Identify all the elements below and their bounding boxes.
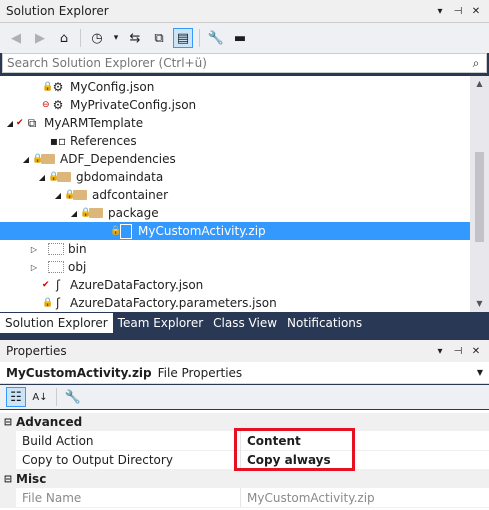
tab-solution-explorer[interactable]: Solution Explorer xyxy=(0,313,113,333)
collapsed-arrow-icon[interactable]: ▷ xyxy=(28,245,40,254)
tree-item-package[interactable]: ◢ 🔒 package xyxy=(0,204,470,222)
folder-icon xyxy=(88,206,104,220)
expanded-arrow-icon[interactable]: ◢ xyxy=(52,191,64,200)
highlight-box xyxy=(234,428,355,471)
back-icon[interactable]: ◀ xyxy=(6,28,26,48)
lock-icon: 🔒 xyxy=(110,226,122,236)
lock-icon: 🔒 xyxy=(48,172,60,182)
property-pages-wrench-icon[interactable]: 🔧 xyxy=(63,387,83,407)
home-icon[interactable]: ⌂ xyxy=(54,28,74,48)
tree-scrollbar[interactable]: ▲ ▼ xyxy=(470,76,489,312)
references-icon: ▪▫ xyxy=(49,134,67,148)
search-icon[interactable]: ⌕ xyxy=(466,56,486,71)
folder-icon xyxy=(40,152,56,166)
chevron-down-icon[interactable]: ▾ xyxy=(111,28,121,48)
scroll-thumb[interactable] xyxy=(475,152,484,242)
collapse-icon[interactable]: ⊟ xyxy=(0,474,16,485)
alphabetical-icon[interactable]: A↓ xyxy=(30,387,50,407)
search-input[interactable] xyxy=(3,55,466,71)
categorized-icon[interactable]: ☷ xyxy=(6,387,26,407)
json-file-icon: ʃ xyxy=(55,296,61,310)
solution-explorer-title: Solution Explorer xyxy=(6,4,109,18)
expanded-arrow-icon[interactable]: ◢ xyxy=(4,119,16,128)
tree-item-references[interactable]: ▪▫ References xyxy=(0,132,470,150)
show-all-files-icon[interactable]: ▤ xyxy=(173,28,193,48)
json-file-icon: ʃ xyxy=(55,278,61,292)
lock-icon: 🔒 xyxy=(80,208,92,218)
tree-item-obj[interactable]: ▷ obj xyxy=(0,258,470,276)
tree-item-azuredatafactory-parameters-json[interactable]: 🔒 ʃ AzureDataFactory.parameters.json xyxy=(0,294,470,312)
tree-item-gbdomaindata[interactable]: ◢ 🔒 gbdomaindata xyxy=(0,168,470,186)
tree-item-adfcontainer[interactable]: ◢ 🔒 adfcontainer xyxy=(0,186,470,204)
tab-team-explorer[interactable]: Team Explorer xyxy=(113,313,209,333)
toolbar-separator xyxy=(199,29,200,47)
pending-changes-filter-icon[interactable]: ◷ xyxy=(87,28,107,48)
tab-notifications[interactable]: Notifications xyxy=(282,313,367,333)
object-type: File Properties xyxy=(157,365,243,380)
close-icon[interactable]: ✕ xyxy=(469,6,483,17)
property-row-file-name[interactable]: File Name MyCustomActivity.zip xyxy=(0,488,489,508)
solution-tree: 🔒 ⚙ MyConfig.json ⊖ ⚙ MyPrivateConfig.js… xyxy=(0,76,470,312)
config-file-icon: ⚙ xyxy=(52,80,64,94)
config-file-icon: ⚙ xyxy=(52,98,64,112)
tree-item-adf-dependencies[interactable]: ◢ 🔒 ADF_Dependencies xyxy=(0,150,470,168)
lock-icon: 🔒 xyxy=(32,154,44,164)
collapse-all-icon[interactable]: ⧉ xyxy=(149,28,169,48)
scroll-up-icon[interactable]: ▲ xyxy=(470,76,489,92)
object-selector[interactable]: MyCustomActivity.zip File Properties ▼ xyxy=(0,362,489,384)
tree-item-mycustomactivity-zip[interactable]: 🔒 MyCustomActivity.zip xyxy=(0,222,470,240)
lock-icon: 🔒 xyxy=(42,82,54,92)
property-name: Copy to Output Directory xyxy=(22,452,173,467)
checked-out-icon: ✔ xyxy=(16,118,24,128)
project-icon: ⧉ xyxy=(27,115,37,130)
tool-window-tabs: Solution Explorer Team Explorer Class Vi… xyxy=(0,313,489,333)
sync-icon[interactable]: ⇆ xyxy=(125,28,145,48)
preview-selected-icon[interactable]: ▬ xyxy=(230,28,250,48)
lock-icon: 🔒 xyxy=(64,190,76,200)
properties-titlebar: Properties ▾ ⊣ ✕ xyxy=(0,340,489,363)
expanded-arrow-icon[interactable]: ◢ xyxy=(36,173,48,182)
zip-file-icon xyxy=(118,223,134,239)
properties-wrench-icon[interactable]: 🔧 xyxy=(206,28,226,48)
property-name: File Name xyxy=(22,490,82,505)
search-box[interactable]: ⌕ xyxy=(2,53,487,73)
collapsed-arrow-icon[interactable]: ▷ xyxy=(28,263,40,272)
properties-title: Properties xyxy=(6,344,67,358)
tab-class-view[interactable]: Class View xyxy=(208,313,282,333)
tree-item-myarmtemplate[interactable]: ◢ ✔ ⧉ MyARMTemplate xyxy=(0,114,470,132)
dropdown-icon[interactable]: ▾ xyxy=(433,6,447,17)
expanded-arrow-icon[interactable]: ◢ xyxy=(68,209,80,218)
solution-explorer-titlebar: Solution Explorer ▾ ⊣ ✕ xyxy=(0,0,489,23)
tree-item-bin[interactable]: ▷ bin xyxy=(0,240,470,258)
excluded-icon: ⊖ xyxy=(42,100,50,110)
lock-icon: 🔒 xyxy=(42,298,54,308)
toolbar-separator xyxy=(80,29,81,47)
pin-icon[interactable]: ⊣ xyxy=(451,6,465,17)
close-icon[interactable]: ✕ xyxy=(469,346,483,357)
dropdown-icon[interactable]: ▾ xyxy=(433,346,447,357)
tree-item-myprivateconfig[interactable]: ⊖ ⚙ MyPrivateConfig.json xyxy=(0,96,470,114)
tree-item-myconfig[interactable]: 🔒 ⚙ MyConfig.json xyxy=(0,78,470,96)
pin-icon[interactable]: ⊣ xyxy=(451,346,465,357)
tree-item-azuredatafactory-json[interactable]: ✔ ʃ AzureDataFactory.json xyxy=(0,276,470,294)
excluded-folder-icon xyxy=(48,260,64,274)
solution-explorer-toolbar: ◀ ▶ ⌂ ◷ ▾ ⇆ ⧉ ▤ 🔧 ▬ xyxy=(0,23,489,53)
toolbar-separator xyxy=(56,388,57,406)
checked-out-icon: ✔ xyxy=(42,280,50,290)
scroll-down-icon[interactable]: ▼ xyxy=(470,296,489,312)
property-value[interactable]: MyCustomActivity.zip xyxy=(240,488,375,507)
excluded-folder-icon xyxy=(48,242,64,256)
expanded-arrow-icon[interactable]: ◢ xyxy=(20,155,32,164)
folder-icon xyxy=(72,188,88,202)
property-name: Build Action xyxy=(22,433,94,448)
object-name: MyCustomActivity.zip xyxy=(6,365,152,380)
chevron-down-icon[interactable]: ▼ xyxy=(477,368,483,377)
forward-icon[interactable]: ▶ xyxy=(30,28,50,48)
folder-icon xyxy=(56,170,72,184)
collapse-icon[interactable]: ⊟ xyxy=(0,417,16,428)
properties-toolbar: ☷ A↓ 🔧 xyxy=(0,385,489,409)
category-misc[interactable]: ⊟ Misc xyxy=(0,470,489,488)
